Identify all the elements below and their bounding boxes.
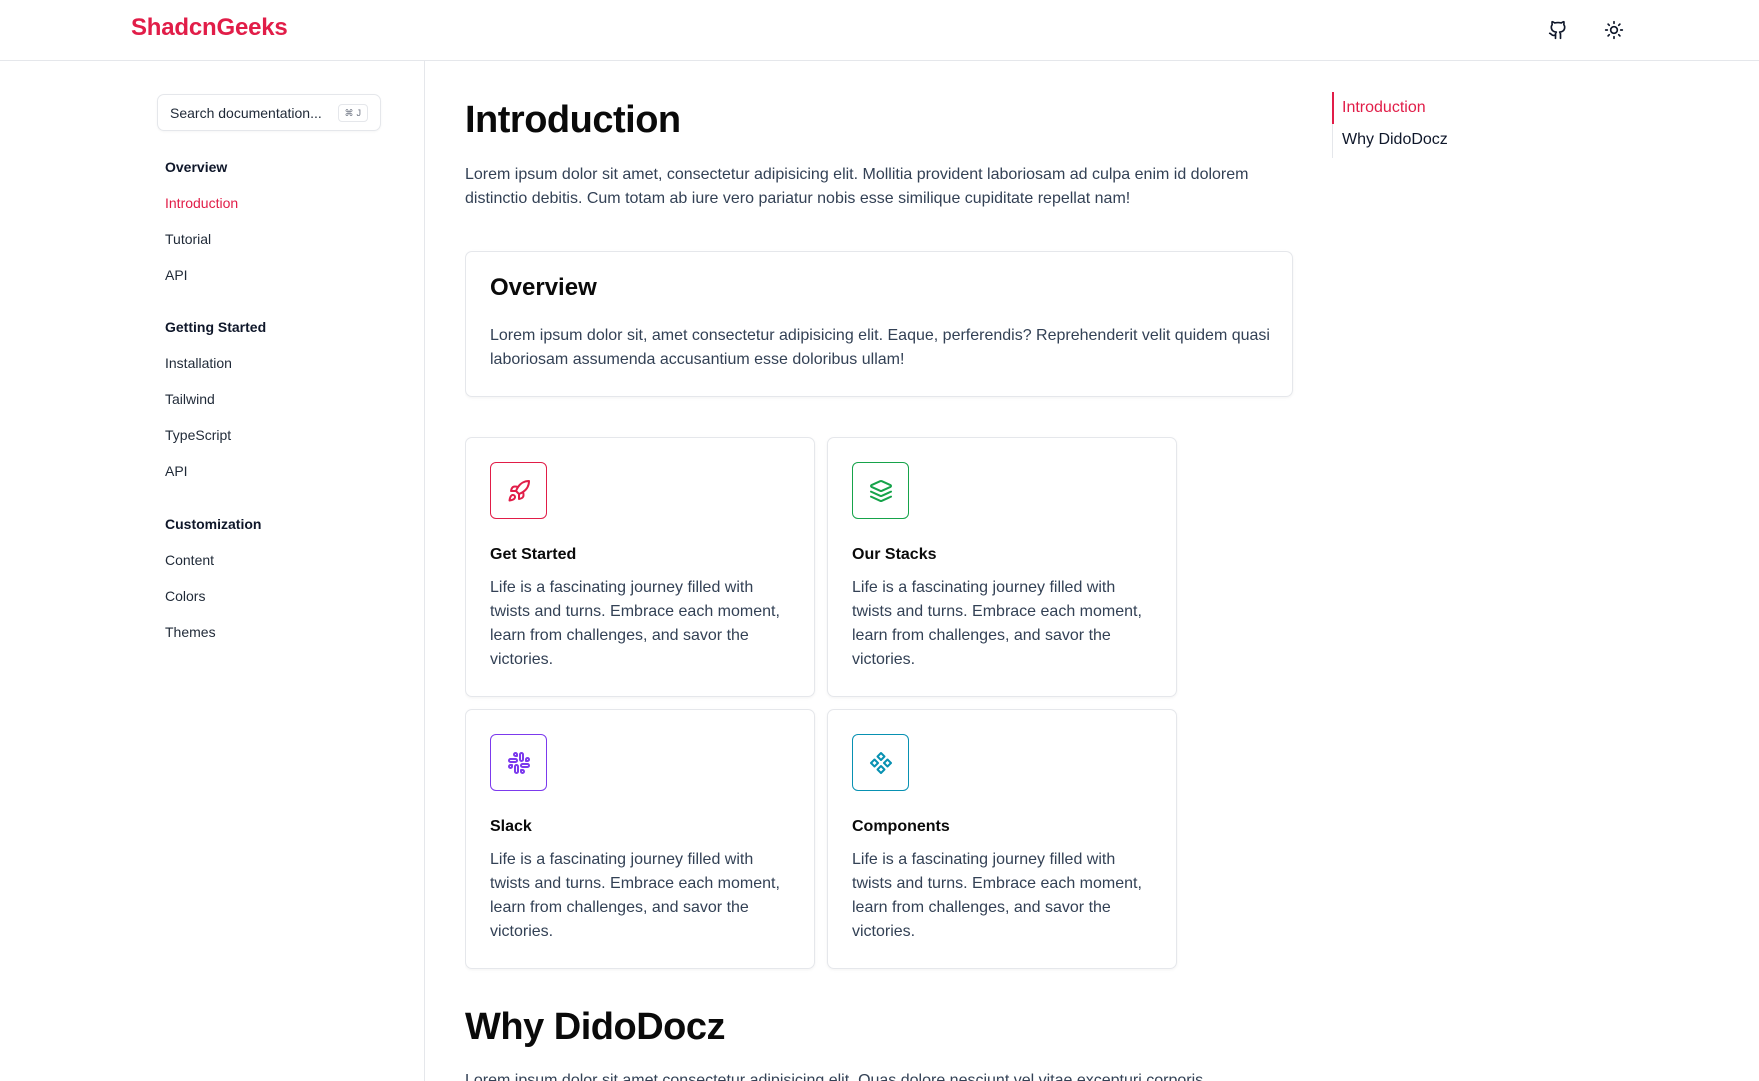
page-title: Introduction bbox=[465, 99, 681, 141]
layers-icon bbox=[869, 479, 892, 502]
intro-paragraph: Lorem ipsum dolor sit amet, consectetur … bbox=[465, 166, 1249, 207]
toc-item-why-didodocz[interactable]: Why DidoDocz bbox=[1342, 131, 1448, 149]
component-icon bbox=[869, 751, 892, 774]
sidebar-item-colors[interactable]: Colors bbox=[165, 588, 205, 604]
logo[interactable]: ShadcnGeeks bbox=[131, 14, 288, 42]
sidebar-item-typescript[interactable]: TypeScript bbox=[165, 427, 231, 443]
card-title: Slack bbox=[490, 818, 532, 835]
card-title: Get Started bbox=[490, 546, 577, 563]
top-header: ShadcnGeeks bbox=[0, 0, 1759, 61]
shortcut-key: J bbox=[356, 108, 362, 118]
table-of-contents: Introduction Why DidoDocz bbox=[1332, 92, 1552, 158]
card-get-started[interactable]: Get Started Life is a fascinating journe… bbox=[465, 437, 815, 697]
toc-active-indicator bbox=[1332, 92, 1334, 124]
slack-icon bbox=[507, 751, 530, 774]
sidebar-item-introduction[interactable]: Introduction bbox=[165, 195, 238, 211]
nav-heading-overview: Overview bbox=[165, 159, 228, 175]
sidebar-item-content[interactable]: Content bbox=[165, 552, 214, 568]
section-paragraph-why: Lorem ipsum dolor sit amet consectetur a… bbox=[465, 1072, 1204, 1081]
card-icon-box bbox=[852, 462, 909, 519]
overview-title: Overview bbox=[490, 274, 597, 301]
card-our-stacks[interactable]: Our Stacks Life is a fascinating journey… bbox=[827, 437, 1177, 697]
overview-text: Lorem ipsum dolor sit, amet consectetur … bbox=[490, 327, 1270, 368]
main-content: Introduction Lorem ipsum dolor sit amet,… bbox=[465, 61, 1305, 1081]
sidebar-item-tutorial[interactable]: Tutorial bbox=[165, 231, 211, 247]
card-text: Life is a fascinating journey filled wit… bbox=[852, 851, 1142, 940]
nav-heading-customization: Customization bbox=[165, 516, 262, 532]
nav-heading-getting-started: Getting Started bbox=[165, 319, 267, 335]
card-icon-box bbox=[490, 462, 547, 519]
keyboard-shortcut: ⌘ J bbox=[337, 104, 368, 122]
search-input[interactable]: Search documentation... ⌘ J bbox=[157, 94, 381, 131]
toc-item-introduction[interactable]: Introduction bbox=[1342, 99, 1426, 117]
card-title: Our Stacks bbox=[852, 546, 937, 563]
github-icon bbox=[1548, 20, 1566, 40]
sidebar-item-api-2[interactable]: API bbox=[165, 463, 188, 479]
sidebar-item-installation[interactable]: Installation bbox=[165, 355, 232, 371]
card-text: Life is a fascinating journey filled wit… bbox=[490, 851, 780, 940]
sidebar-item-api[interactable]: API bbox=[165, 267, 188, 283]
search-placeholder: Search documentation... bbox=[170, 104, 322, 121]
github-button[interactable] bbox=[1543, 15, 1573, 45]
card-icon-box bbox=[490, 734, 547, 791]
section-title-why: Why DidoDocz bbox=[465, 1006, 725, 1048]
card-icon-box bbox=[852, 734, 909, 791]
sidebar: Search documentation... ⌘ J Overview Int… bbox=[0, 61, 425, 1081]
card-components[interactable]: Components Life is a fascinating journey… bbox=[827, 709, 1177, 969]
overview-card: Overview Lorem ipsum dolor sit, amet con… bbox=[465, 251, 1293, 397]
rocket-icon bbox=[508, 479, 530, 501]
card-text: Life is a fascinating journey filled wit… bbox=[852, 579, 1142, 668]
sun-icon bbox=[1604, 20, 1624, 40]
sidebar-item-tailwind[interactable]: Tailwind bbox=[165, 391, 215, 407]
sidebar-item-themes[interactable]: Themes bbox=[165, 624, 216, 640]
card-slack[interactable]: Slack Life is a fascinating journey fill… bbox=[465, 709, 815, 969]
card-text: Life is a fascinating journey filled wit… bbox=[490, 579, 780, 668]
command-key-icon: ⌘ bbox=[344, 107, 354, 118]
card-title: Components bbox=[852, 818, 950, 835]
theme-toggle-button[interactable] bbox=[1599, 15, 1629, 45]
